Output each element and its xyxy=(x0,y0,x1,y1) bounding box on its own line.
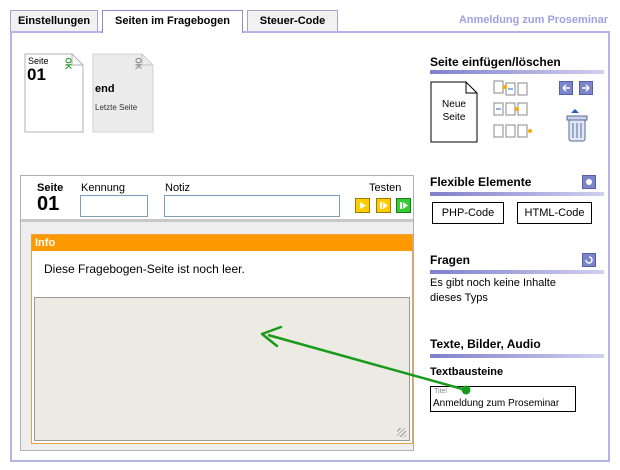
id-label: Kennung xyxy=(81,182,126,194)
play-step-icon[interactable] xyxy=(376,198,391,213)
text-block-label: Titel xyxy=(434,388,447,395)
tab-seiten-im-fragebogen[interactable]: Seiten im Fragebogen xyxy=(102,10,243,33)
note-input[interactable] xyxy=(164,195,340,217)
new-page-label: Neue xyxy=(442,99,466,110)
page-operations-icons[interactable] xyxy=(492,79,542,145)
questions-empty-text: dieses Typs xyxy=(430,292,488,304)
page-thumb-01[interactable]: Seite 01 OK xyxy=(24,53,84,133)
text-block-item[interactable]: Titel Anmeldung zum Proseminar xyxy=(430,386,576,412)
id-input[interactable] xyxy=(80,195,148,217)
section-divider xyxy=(430,354,604,358)
content-drop-area[interactable] xyxy=(34,297,410,441)
html-code-button[interactable]: HTML-Code xyxy=(517,202,592,224)
section-title-flexible: Flexible Elemente xyxy=(430,175,532,189)
section-title-questions: Fragen xyxy=(430,253,471,267)
test-label: Testen xyxy=(369,182,402,194)
resize-grip-icon[interactable] xyxy=(397,428,406,437)
section-divider xyxy=(430,70,604,74)
tab-einstellungen[interactable]: Einstellungen xyxy=(10,10,98,32)
php-code-button[interactable]: PHP-Code xyxy=(432,202,504,224)
info-box: Info Diese Fragebogen-Seite ist noch lee… xyxy=(31,234,413,444)
info-message: Diese Fragebogen-Seite ist noch leer. xyxy=(44,262,245,276)
text-block-value: Anmeldung zum Proseminar xyxy=(433,398,560,409)
page-editor: Seite 01 Kennung Notiz Testen Info Diese… xyxy=(20,175,414,451)
tab-steuer-code[interactable]: Steuer-Code xyxy=(247,10,338,32)
section-title-insert: Seite einfügen/löschen xyxy=(430,55,561,69)
new-page-button[interactable]: Neue Seite xyxy=(430,81,478,143)
page-thumb-number: 01 xyxy=(27,65,46,84)
refresh-icon[interactable] xyxy=(582,253,596,267)
main-frame: Seite 01 OK end Letzte Seite OK Seite 01… xyxy=(10,31,610,462)
page-number: 01 xyxy=(37,193,60,215)
ok-check-icon: OK xyxy=(133,57,143,70)
play-icon[interactable] xyxy=(355,198,370,213)
info-title: Info xyxy=(32,235,412,251)
page-thumb-number: end xyxy=(95,83,115,95)
section-divider xyxy=(430,270,604,274)
section-divider xyxy=(430,192,604,196)
questionnaire-title: Anmeldung zum Proseminar xyxy=(458,14,608,26)
section-title-media: Texte, Bilder, Audio xyxy=(430,337,541,351)
questions-empty-text: Es gibt noch keine Inhalte xyxy=(430,277,556,289)
page-thumb-sublabel: Letzte Seite xyxy=(95,103,138,112)
text-blocks-heading: Textbausteine xyxy=(430,366,504,378)
trash-icon[interactable] xyxy=(565,109,591,143)
redo-icon[interactable] xyxy=(579,81,593,95)
ok-check-icon: OK xyxy=(63,57,73,70)
page-thumb-end[interactable]: end Letzte Seite OK xyxy=(92,53,154,133)
note-label: Notiz xyxy=(165,182,191,194)
help-icon[interactable] xyxy=(582,175,596,189)
undo-icon[interactable] xyxy=(559,81,573,95)
new-page-label: Seite xyxy=(442,112,466,123)
play-debug-icon[interactable] xyxy=(396,198,411,213)
page-editor-header: Seite 01 Kennung Notiz Testen xyxy=(21,176,413,222)
